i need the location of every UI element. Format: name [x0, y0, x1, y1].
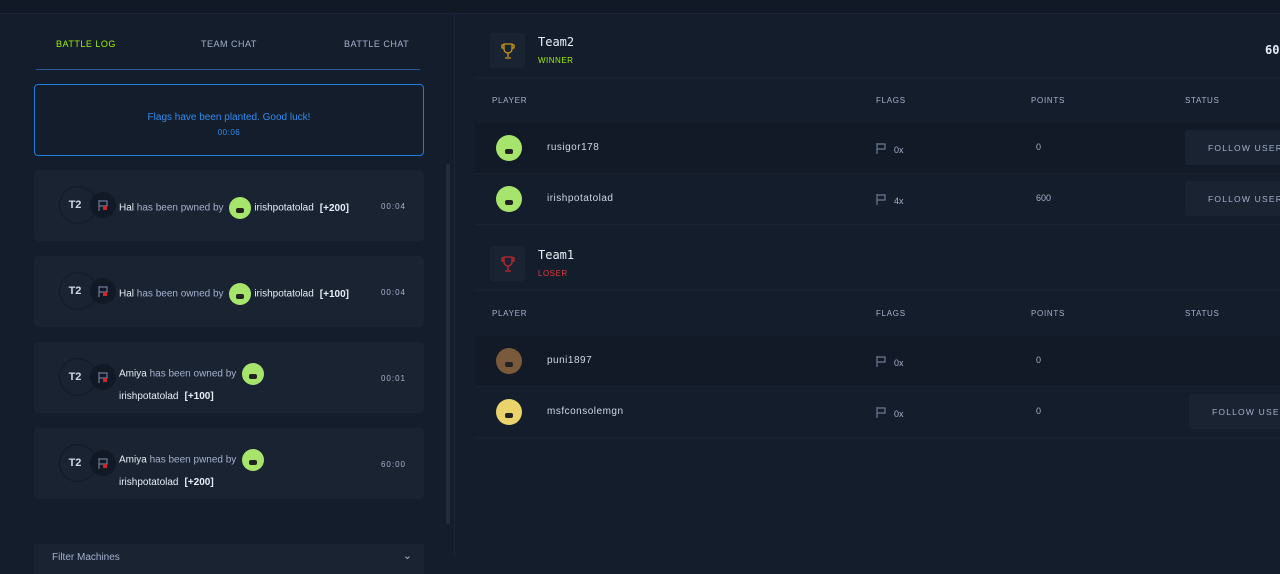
log-time: 60:00 — [380, 460, 406, 469]
player-flags: 4x — [875, 193, 904, 208]
tab-battle-chat[interactable]: BATTLE CHAT — [344, 39, 409, 49]
col-player: PLAYER — [492, 96, 528, 105]
player-points: 0 — [1036, 406, 1042, 416]
col-status: STATUS — [1185, 96, 1220, 105]
flag-icon — [875, 355, 888, 370]
table-row: msfconsolemgn 0x 0 FOLLOW USER — [475, 387, 1280, 438]
player-flags: 0x — [875, 406, 904, 421]
flag-icon — [90, 450, 116, 476]
player-avatar — [496, 135, 522, 161]
table-row: rusigor178 0x 0 FOLLOW USER — [475, 123, 1280, 174]
log-text: Hal has been owned by irishpotatolad [+10… — [119, 283, 369, 306]
log-entry: T2 Amiya has been pwned by irishpotatola… — [34, 428, 424, 499]
log-user[interactable]: irishpotatolad — [119, 477, 178, 488]
top-bar — [0, 0, 1280, 14]
flag-count: 0x — [894, 144, 904, 155]
log-action: has been pwned by — [136, 202, 224, 214]
col-flags: FLAGS — [876, 96, 906, 105]
log-user[interactable]: irishpotatolad — [254, 289, 313, 300]
user-avatar — [242, 449, 265, 471]
log-points: [+200] — [184, 476, 214, 488]
col-points: POINTS — [1031, 96, 1065, 105]
table-row: puni1897 0x 0 — [475, 336, 1280, 387]
flag-icon — [875, 193, 888, 208]
player-points: 600 — [1036, 193, 1052, 203]
flag-count: 4x — [894, 195, 904, 206]
team-header: Team1 LOSER — [475, 242, 1280, 292]
player-flags: 0x — [875, 142, 904, 157]
player-name[interactable]: rusigor178 — [547, 142, 599, 153]
flag-icon — [875, 406, 888, 421]
follow-user-button[interactable]: FOLLOW USER — [1189, 394, 1280, 429]
battle-log-panel: BATTLE LOG TEAM CHAT BATTLE CHAT Flags h… — [0, 14, 455, 574]
machine-name: Amiya — [119, 368, 147, 380]
col-status: STATUS — [1185, 309, 1220, 318]
trophy-icon — [490, 33, 525, 68]
player-name[interactable]: msfconsolemgn — [547, 406, 624, 417]
flag-icon — [90, 192, 116, 218]
log-entry: T2 Hal has been pwned by irishpotatolad[… — [34, 170, 424, 241]
user-avatar — [229, 283, 252, 305]
user-avatar — [229, 197, 252, 219]
col-flags: FLAGS — [876, 309, 906, 318]
follow-user-button[interactable]: FOLLOW USER — [1185, 130, 1280, 165]
team-name: Team1 — [538, 248, 575, 262]
divider — [475, 290, 1280, 291]
notice-message: Flags have been planted. Good luck! — [147, 112, 311, 123]
log-action: has been owned by — [136, 288, 224, 300]
flag-count: 0x — [894, 357, 904, 368]
player-flags: 0x — [875, 355, 904, 370]
player-avatar — [496, 399, 522, 425]
log-points: [+200] — [319, 202, 349, 214]
log-entry: T2 Hal has been owned by irishpotatolad[… — [34, 256, 424, 327]
flags-planted-notice: Flags have been planted. Good luck! 00:0… — [34, 84, 424, 156]
table-row: irishpotatolad 4x 600 FOLLOW USER — [475, 174, 1280, 225]
log-points: [+100] — [184, 390, 214, 402]
team-status: WINNER — [538, 56, 574, 65]
filter-label: Filter Machines — [52, 552, 120, 563]
log-action: has been owned by — [149, 368, 237, 380]
trophy-icon — [490, 246, 525, 281]
team-status: LOSER — [538, 269, 568, 278]
player-points: 0 — [1036, 142, 1042, 152]
flag-count: 0x — [894, 408, 904, 419]
player-avatar — [496, 348, 522, 374]
flag-icon — [90, 278, 116, 304]
flag-icon — [875, 142, 888, 157]
machine-name: Hal — [119, 288, 135, 300]
col-player: PLAYER — [492, 309, 528, 318]
notice-time: 00:06 — [217, 128, 241, 137]
log-entry: T2 Amiya has been owned by irishpotatola… — [34, 342, 424, 413]
scrollbar[interactable] — [446, 164, 450, 524]
team-score: 60 — [1265, 43, 1280, 57]
player-name[interactable]: puni1897 — [547, 355, 592, 366]
player-name[interactable]: irishpotatolad — [547, 193, 613, 204]
follow-user-button[interactable]: FOLLOW USER — [1185, 181, 1280, 216]
log-user[interactable]: irishpotatolad — [254, 203, 313, 214]
machine-name: Hal — [119, 202, 135, 214]
machine-name: Amiya — [119, 454, 147, 466]
divider — [475, 77, 1280, 78]
team-header: Team2 WINNER 60 — [475, 29, 1280, 79]
log-action: has been pwned by — [149, 454, 237, 466]
chevron-down-icon: ⌄ — [402, 550, 412, 562]
team-name: Team2 — [538, 35, 575, 49]
tab-battle-log[interactable]: BATTLE LOG — [56, 39, 116, 49]
user-avatar — [242, 363, 265, 385]
filter-machines-dropdown[interactable]: Filter Machines ⌄ — [34, 544, 424, 574]
log-user[interactable]: irishpotatolad — [119, 391, 178, 402]
tab-team-chat[interactable]: TEAM CHAT — [201, 39, 257, 49]
player-points: 0 — [1036, 355, 1042, 365]
player-avatar — [496, 186, 522, 212]
log-text: Hal has been pwned by irishpotatolad [+20… — [119, 197, 369, 220]
log-time: 00:01 — [380, 374, 406, 383]
log-text: Amiya has been pwned by irishpotatolad [+… — [119, 449, 369, 494]
log-time: 00:04 — [380, 288, 406, 297]
log-points: [+100] — [319, 288, 349, 300]
flag-icon — [90, 364, 116, 390]
log-text: Amiya has been owned by irishpotatolad [+… — [119, 363, 369, 408]
tab-divider — [36, 69, 420, 70]
log-time: 00:04 — [380, 202, 406, 211]
col-points: POINTS — [1031, 309, 1065, 318]
